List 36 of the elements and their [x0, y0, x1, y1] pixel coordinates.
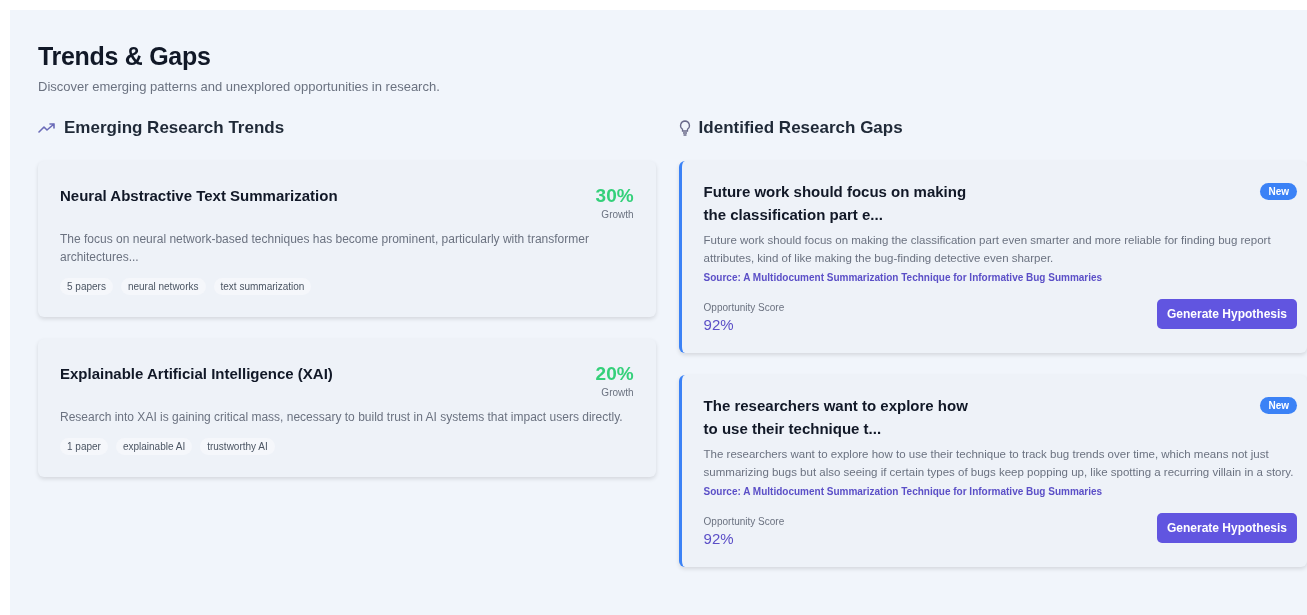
score-value: 92% — [703, 316, 735, 333]
section-heading: Emerging Research Trends — [64, 118, 285, 138]
gap-title: The researchers want to explore how — [703, 397, 968, 414]
new-badge: New — [1260, 397, 1297, 414]
source-link[interactable]: Source: A Multidocument Summarization Technique for Informative Bug Summaries — [703, 486, 1103, 497]
gap-title: to use their technique t... — [703, 420, 883, 437]
growth-value: 30% — [595, 185, 634, 207]
tag: 5 papers — [60, 278, 113, 295]
tag: explainable AI — [115, 438, 193, 455]
growth-label: Growth — [601, 387, 634, 398]
trend-description: Research into XAI is gaining critical mass, necessary to build trust in AI systems that impact users directly. — [60, 409, 624, 426]
gap-title: the classification part e... — [703, 206, 884, 223]
generate-hypothesis-button[interactable]: Generate Hypothesis — [1156, 299, 1297, 329]
generate-hypothesis-button[interactable]: Generate Hypothesis — [1156, 513, 1297, 543]
gap-description: Future work should focus on making the classification part even smarter and more reliable for finding bug report attributes, kind of like making the bug-finding detective even sharper. — [703, 233, 1272, 266]
trend-title: Explainable Artificial Intelligence (XAI) — [60, 365, 333, 382]
section-heading: Identified Research Gaps — [698, 118, 903, 138]
page-subtitle: Discover emerging patterns and unexplored opportunities in research. — [38, 79, 441, 94]
tag: text summarization — [213, 278, 312, 295]
score-label: Opportunity Score — [703, 302, 785, 313]
new-badge: New — [1260, 183, 1297, 200]
score-label: Opportunity Score — [703, 516, 785, 527]
trend-title: Neural Abstractive Text Summarization — [60, 187, 338, 204]
lightbulb-icon — [678, 120, 691, 136]
gap-title: Future work should focus on making — [703, 183, 967, 200]
source-link[interactable]: Source: A Multidocument Summarization Technique for Informative Bug Summaries — [703, 272, 1103, 283]
trending-up-icon — [38, 122, 56, 134]
trend-description: The focus on neural network-based techniques has become prominent, particularly with transformer architectures... — [60, 231, 590, 266]
tag: 1 paper — [60, 438, 108, 455]
growth-label: Growth — [601, 209, 634, 220]
tag: neural networks — [120, 278, 206, 295]
tag: trustworthy AI — [200, 438, 275, 455]
score-value: 92% — [703, 530, 735, 547]
growth-value: 20% — [595, 363, 634, 385]
gap-description: The researchers want to explore how to use their technique to track bug trends over time, which means not just summarizing bugs but also seeing if certain types of bugs keep popping up, like spotting a recurring villain in a story. — [703, 447, 1295, 480]
page-title: Trends & Gaps — [38, 42, 212, 71]
